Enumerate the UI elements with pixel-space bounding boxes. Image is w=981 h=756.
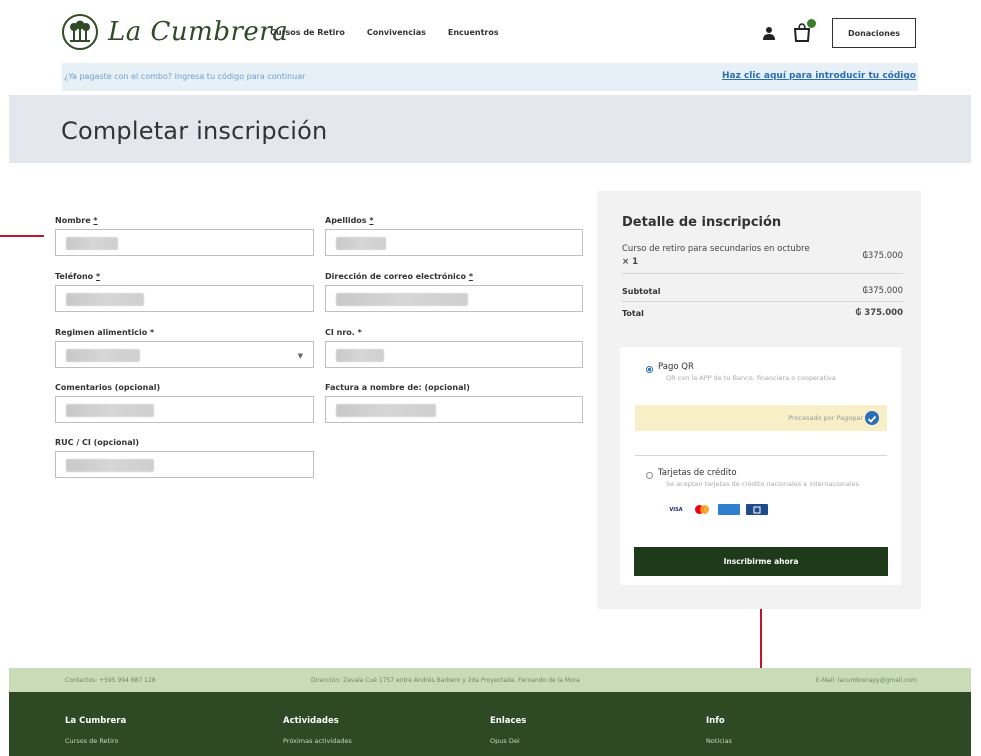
field-label-ruc: RUC / CI (opcional) bbox=[55, 438, 140, 447]
page-title: Completar inscripción bbox=[61, 117, 328, 145]
field-label-email: Dirección de correo electrónico * bbox=[325, 272, 473, 281]
total-label: Total bbox=[622, 309, 644, 318]
footer-address: Dirección: Zavala Cué 1757 entre Andrés … bbox=[311, 677, 580, 684]
apellidos-input[interactable] bbox=[325, 229, 583, 256]
footer-link[interactable]: Noticias bbox=[706, 737, 732, 745]
footer-contact-bar: Contactos: +595 994 887 128 Dirección: Z… bbox=[9, 668, 971, 692]
coupon-notice-text: ¿Ya pagaste con el combo? Ingresa tu cód… bbox=[64, 72, 306, 81]
site-header: La Cumbrera Cursos de Retiro Convivencia… bbox=[0, 0, 981, 62]
coupon-notice: ¿Ya pagaste con el combo? Ingresa tu cód… bbox=[62, 63, 918, 91]
footer-link[interactable]: Próximas actividades bbox=[283, 737, 352, 745]
footer-email[interactable]: E-Mail: lacumbrerapy@gmail.com bbox=[816, 677, 917, 684]
factura-input[interactable] bbox=[325, 396, 583, 423]
visa-icon: VISA bbox=[669, 506, 683, 513]
card-brands: VISA bbox=[666, 504, 768, 515]
logo[interactable]: La Cumbrera bbox=[62, 14, 288, 50]
summary-item-name: Curso de retiro para secundarios en octu… bbox=[622, 244, 810, 254]
tarjetas-radio[interactable] bbox=[646, 472, 653, 479]
regimen-select[interactable]: ▼ bbox=[55, 341, 314, 368]
amex-icon bbox=[718, 504, 740, 515]
payment-divider bbox=[635, 455, 887, 456]
telefono-input[interactable] bbox=[55, 285, 314, 312]
summary-title: Detalle de inscripción bbox=[622, 215, 782, 230]
nav-item-convivencias[interactable]: Convivencias bbox=[367, 28, 426, 37]
summary-item-qty: × 1 bbox=[622, 257, 638, 267]
field-label-factura: Factura a nombre de: (opcional) bbox=[325, 383, 470, 392]
field-label-apellidos: Apellidos * bbox=[325, 216, 374, 225]
bancard-icon bbox=[746, 504, 768, 515]
subtotal-value: ₲375.000 bbox=[862, 286, 903, 296]
payment-methods: Pago QR QR con la APP de tu Banco, finan… bbox=[620, 347, 901, 585]
field-label-telefono: Teléfono * bbox=[55, 272, 101, 281]
tarjetas-description: Se aceptan tarjetas de crédito nacionale… bbox=[666, 480, 860, 488]
user-icon[interactable] bbox=[763, 26, 775, 40]
pago-qr-radio[interactable] bbox=[646, 366, 653, 373]
footer-col-actividades: Actividades Próximas actividades bbox=[283, 716, 352, 745]
nav-item-encuentros[interactable]: Encuentros bbox=[448, 28, 499, 37]
tarjetas-title[interactable]: Tarjetas de crédito bbox=[658, 468, 737, 478]
footer-heading: La Cumbrera bbox=[65, 716, 127, 726]
cart-count-badge bbox=[807, 19, 816, 28]
verified-check-icon bbox=[865, 411, 879, 425]
provider-text: Procesado por Pagopar bbox=[788, 414, 863, 422]
email-input[interactable] bbox=[325, 285, 583, 312]
coupon-link[interactable]: Haz clic aquí para introducir tu código bbox=[722, 71, 916, 81]
donate-button[interactable]: Donaciones bbox=[832, 18, 916, 48]
ci-input[interactable] bbox=[325, 341, 583, 368]
summary-item: Curso de retiro para secundarios en octu… bbox=[622, 243, 852, 269]
footer-link[interactable]: Opus Dei bbox=[490, 737, 526, 745]
nav-item-cursos[interactable]: Cursos de Retiro bbox=[270, 28, 345, 37]
tree-logo-icon bbox=[62, 14, 98, 50]
main-nav: Cursos de Retiro Convivencias Encuentros bbox=[270, 28, 499, 37]
logo-text: La Cumbrera bbox=[108, 17, 289, 47]
field-label-comentarios: Comentarios (opcional) bbox=[55, 383, 161, 392]
submit-order-button[interactable]: Inscribirme ahora bbox=[634, 547, 888, 576]
comentarios-input[interactable] bbox=[55, 396, 314, 423]
footer-col-enlaces: Enlaces Opus Dei bbox=[490, 716, 526, 745]
chevron-down-icon: ▼ bbox=[297, 352, 303, 360]
subtotal-label: Subtotal bbox=[622, 287, 661, 296]
field-label-regimen: Regimen alimenticio * bbox=[55, 328, 155, 337]
provider-notice: Procesado por Pagopar bbox=[635, 405, 887, 431]
summary-divider bbox=[622, 273, 903, 274]
summary-divider bbox=[622, 301, 903, 302]
footer-heading: Info bbox=[706, 716, 725, 726]
annotation-line-left bbox=[0, 235, 44, 237]
footer-contact: Contactos: +595 994 887 128 bbox=[65, 677, 156, 684]
pago-qr-title[interactable]: Pago QR bbox=[658, 362, 694, 372]
ruc-input[interactable] bbox=[55, 451, 314, 478]
footer-heading: Enlaces bbox=[490, 716, 527, 726]
footer-col-lacumbrera: La Cumbrera Cursos de Retiro bbox=[65, 716, 126, 745]
footer-main: La Cumbrera Cursos de Retiro Actividades… bbox=[9, 692, 971, 756]
pago-qr-description: QR con la APP de tu Banco, financiera o … bbox=[666, 374, 836, 382]
field-label-nombre: Nombre * bbox=[55, 216, 98, 225]
footer-link[interactable]: Cursos de Retiro bbox=[65, 737, 126, 745]
nombre-input[interactable] bbox=[55, 229, 314, 256]
footer-heading: Actividades bbox=[283, 716, 339, 726]
title-band: Completar inscripción bbox=[9, 95, 971, 163]
summary-item-price: ₲375.000 bbox=[862, 251, 903, 261]
page: La Cumbrera Cursos de Retiro Convivencia… bbox=[0, 0, 981, 756]
mastercard-icon bbox=[692, 504, 712, 515]
footer-col-info: Info Noticias bbox=[706, 716, 732, 745]
field-label-ci: CI nro. * bbox=[325, 328, 362, 337]
total-value: ₲ 375.000 bbox=[855, 308, 903, 318]
